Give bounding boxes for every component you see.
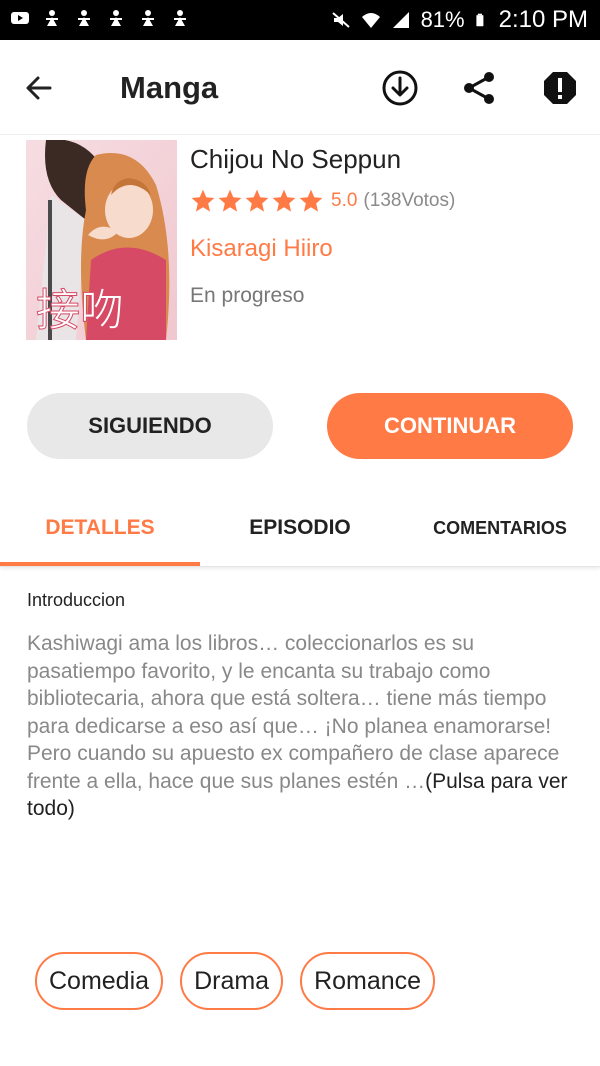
follow-button[interactable]: SIGUIENDO <box>27 393 273 459</box>
star-icon <box>245 189 269 212</box>
mute-icon <box>331 12 350 28</box>
intro-description: Kashiwagi ama los libros… coleccionarlos… <box>27 632 560 793</box>
intro-text[interactable]: Kashiwagi ama los libros… coleccionarlos… <box>27 630 575 823</box>
star-icon <box>272 189 296 212</box>
report-icon[interactable] <box>540 68 580 108</box>
app-notification-icon <box>46 10 58 26</box>
clock: 2:10 PM <box>498 6 588 33</box>
back-arrow-icon[interactable] <box>22 70 58 106</box>
genre-tag[interactable]: Romance <box>300 952 436 1010</box>
app-notification-icon <box>174 10 186 26</box>
youtube-icon <box>11 12 29 24</box>
signal-icon <box>392 12 409 28</box>
download-icon[interactable] <box>380 68 420 108</box>
author-link[interactable]: Kisaragi Hiiro <box>190 235 333 263</box>
tab-bar: DETALLES EPISODIO COMENTARIOS <box>0 492 600 567</box>
genre-tags: Comedia Drama Romance <box>35 952 436 1010</box>
app-notification-icon <box>110 10 122 26</box>
star-icon <box>218 189 242 212</box>
active-tab-indicator <box>0 562 200 566</box>
battery-icon <box>476 13 484 27</box>
wifi-icon <box>361 13 380 28</box>
app-notification-icon <box>142 10 154 26</box>
tab-comments[interactable]: COMENTARIOS <box>400 492 600 564</box>
star-icon <box>299 189 323 212</box>
tab-details[interactable]: DETALLES <box>0 492 200 564</box>
cover-title-text: 接吻 <box>36 285 124 336</box>
share-icon[interactable] <box>460 68 500 108</box>
app-notification-icon <box>78 10 90 26</box>
status-bar: 81% 2:10 PM <box>0 0 600 40</box>
genre-tag[interactable]: Drama <box>180 952 284 1010</box>
manga-cover-image[interactable]: 接吻 <box>26 140 177 340</box>
notification-icons <box>10 8 190 28</box>
rating-stars <box>190 188 325 214</box>
rating: 5.0 (138Votos) <box>190 188 455 214</box>
genre-tag[interactable]: Comedia <box>35 952 164 1010</box>
system-status: 81% 2:10 PM <box>331 6 588 34</box>
page-title: Manga <box>120 70 219 105</box>
manga-title: Chijou No Seppun <box>190 144 402 174</box>
battery-percent: 81% <box>420 7 465 32</box>
continue-button[interactable]: CONTINUAR <box>327 393 573 459</box>
intro-heading: Introduccion <box>27 590 126 610</box>
rating-votes: (138Votos) <box>363 190 456 211</box>
app-bar: Manga <box>0 40 600 135</box>
rating-score: 5.0 <box>331 190 358 211</box>
star-icon <box>191 189 215 212</box>
publication-status: En progreso <box>190 284 305 307</box>
tab-episodes[interactable]: EPISODIO <box>200 492 400 564</box>
